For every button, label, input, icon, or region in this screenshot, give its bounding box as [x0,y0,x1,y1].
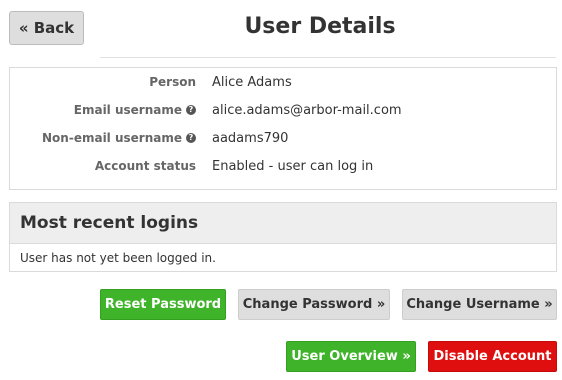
account-status-label: Account status [10,159,200,173]
disable-account-button[interactable]: Disable Account [428,341,557,372]
email-username-label-text: Email username [73,103,182,117]
email-username-value: alice.adams@arbor-mail.com [212,102,402,118]
person-value: Alice Adams [212,74,292,90]
user-details-page: « Back User Details Person Alice Adams E… [0,0,562,380]
header-divider [100,57,556,58]
recent-logins-empty-text: User has not yet been logged in. [20,251,216,265]
non-email-username-label: Non-email username ? [10,131,200,145]
recent-logins-heading: Most recent logins [10,203,556,244]
change-username-button[interactable]: Change Username » [402,289,557,320]
change-password-button[interactable]: Change Password » [238,289,390,320]
account-status-label-text: Account status [94,159,196,173]
non-email-username-value: aadams790 [212,130,289,146]
person-row: Person Alice Adams [10,68,556,96]
page-title: User Details [244,14,396,39]
person-label-text: Person [149,75,196,89]
user-details-table: Person Alice Adams Email username ? alic… [9,67,557,190]
non-email-username-row: Non-email username ? aadams790 [10,124,556,152]
help-icon[interactable]: ? [186,133,196,143]
account-status-row: Account status Enabled - user can log in [10,152,556,180]
email-username-label: Email username ? [10,103,200,117]
person-label: Person [10,75,200,89]
help-icon[interactable]: ? [186,105,196,115]
non-email-username-label-text: Non-email username [42,131,182,145]
back-button[interactable]: « Back [9,11,84,45]
recent-logins-panel: Most recent logins User has not yet been… [9,202,557,272]
reset-password-button[interactable]: Reset Password [100,289,226,320]
email-username-row: Email username ? alice.adams@arbor-mail.… [10,96,556,124]
account-status-value: Enabled - user can log in [212,158,374,174]
user-overview-button[interactable]: User Overview » [286,341,416,372]
